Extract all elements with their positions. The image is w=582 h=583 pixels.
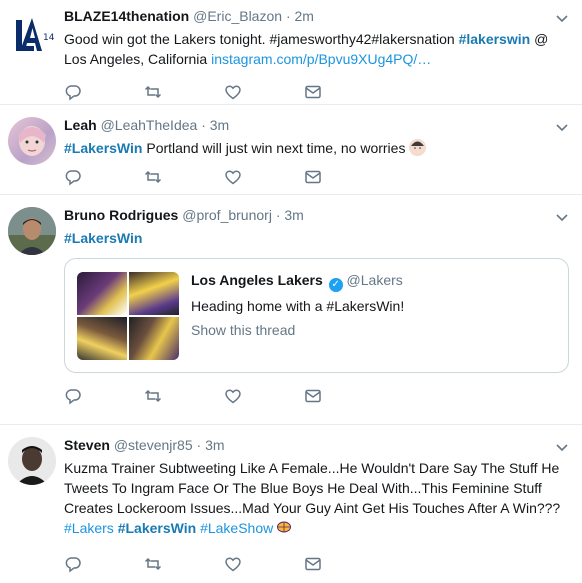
timestamp[interactable]: 2m <box>295 8 314 24</box>
tweet[interactable]: Bruno Rodrigues @prof_brunorj · 3m #Lake… <box>0 195 582 425</box>
retweet-button[interactable] <box>144 556 224 576</box>
avatar[interactable] <box>8 437 56 485</box>
retweet-icon <box>144 83 162 106</box>
avatar[interactable] <box>8 207 56 255</box>
tweet-text: #LakersWin Portland will just win next t… <box>64 138 570 158</box>
separator-dot: · <box>285 8 291 24</box>
retweet-button[interactable] <box>144 388 224 408</box>
like-button[interactable] <box>224 388 304 408</box>
reply-icon <box>64 168 82 191</box>
tweet-text: #LakersWin <box>64 228 570 248</box>
svg-text:14: 14 <box>43 33 55 43</box>
avatar[interactable]: 14 <box>8 10 56 58</box>
timestamp[interactable]: 3m <box>205 437 224 453</box>
dm-button[interactable] <box>304 556 384 576</box>
media-thumbnail <box>129 317 179 360</box>
separator-dot: · <box>275 207 281 223</box>
tweet-actions <box>64 549 570 583</box>
hashtag-link[interactable]: #LakersWin <box>64 230 142 246</box>
tweet-header: Steven @stevenjr85 · 3m <box>64 431 570 455</box>
user-handle[interactable]: @Eric_Blazon <box>193 8 282 24</box>
like-button[interactable] <box>224 84 304 104</box>
woman-emoji-icon <box>409 139 427 156</box>
hashtag-link[interactable]: #LakeShow <box>200 520 273 536</box>
retweet-icon <box>144 168 162 191</box>
reply-icon <box>64 83 82 106</box>
media-thumbnail <box>77 272 127 315</box>
timestamp[interactable]: 3m <box>284 207 303 223</box>
media-thumbnail <box>77 317 127 360</box>
dm-button[interactable] <box>304 84 384 104</box>
media-thumbnail <box>129 272 179 315</box>
tweet-header: Leah @LeahTheIdea · 3m <box>64 111 570 135</box>
chevron-down-icon[interactable] <box>554 10 570 26</box>
heart-icon <box>224 555 242 578</box>
quoted-tweet[interactable]: Los Angeles Lakers ✓ @Lakers Heading hom… <box>64 258 569 373</box>
envelope-icon <box>304 83 322 106</box>
reply-icon <box>64 555 82 578</box>
hashtag-link[interactable]: #LakersWin <box>64 140 142 156</box>
tweet-actions <box>64 381 570 415</box>
quoted-display-name[interactable]: Los Angeles Lakers <box>191 272 323 288</box>
chevron-down-icon[interactable] <box>554 119 570 135</box>
tweet-header: Bruno Rodrigues @prof_brunorj · 3m <box>64 201 570 225</box>
heart-icon <box>224 168 242 191</box>
separator-dot: · <box>196 437 202 453</box>
like-button[interactable] <box>224 169 304 189</box>
dm-button[interactable] <box>304 388 384 408</box>
retweet-icon <box>144 555 162 578</box>
display-name[interactable]: Leah <box>64 117 97 133</box>
quoted-user-handle[interactable]: @Lakers <box>347 272 403 288</box>
heart-icon <box>224 83 242 106</box>
tweet-header: BLAZE14thenation @Eric_Blazon · 2m <box>64 6 570 26</box>
tweet-text: Good win got the Lakers tonight. #jamesw… <box>64 29 570 69</box>
tweet-text-part: Kuzma Trainer Subtweeting Like A Female.… <box>64 460 561 516</box>
tweet[interactable]: Leah @LeahTheIdea · 3m #LakersWin Portla… <box>0 105 582 195</box>
user-handle[interactable]: @prof_brunorj <box>182 207 272 223</box>
reply-button[interactable] <box>64 556 144 576</box>
heart-icon <box>224 387 242 410</box>
dm-button[interactable] <box>304 169 384 189</box>
reply-button[interactable] <box>64 169 144 189</box>
display-name[interactable]: Bruno Rodrigues <box>64 207 178 223</box>
like-button[interactable] <box>224 556 304 576</box>
tweet-text-part: Good win got the Lakers tonight. #jamesw… <box>64 31 459 47</box>
retweet-button[interactable] <box>144 169 224 189</box>
envelope-icon <box>304 555 322 578</box>
display-name[interactable]: Steven <box>64 437 110 453</box>
envelope-icon <box>304 168 322 191</box>
verified-badge-icon: ✓ <box>328 278 343 292</box>
hashtag-link[interactable]: #lakerswin <box>459 31 531 47</box>
reply-icon <box>64 387 82 410</box>
reply-button[interactable] <box>64 84 144 104</box>
user-handle[interactable]: @stevenjr85 <box>114 437 193 453</box>
display-name[interactable]: BLAZE14thenation <box>64 8 189 24</box>
chevron-down-icon[interactable] <box>554 209 570 225</box>
user-handle[interactable]: @LeahTheIdea <box>101 117 198 133</box>
tweet-actions <box>64 162 570 196</box>
envelope-icon <box>304 387 322 410</box>
tweet-text-part: Portland will just win next time, no wor… <box>142 140 406 156</box>
tweet[interactable]: Steven @stevenjr85 · 3m Kuzma Trainer Su… <box>0 425 582 575</box>
basketball-hashflag-icon <box>277 519 292 539</box>
tweet-text: Kuzma Trainer Subtweeting Like A Female.… <box>64 458 570 539</box>
instagram-link[interactable]: instagram.com/p/Bpvu9XUg4PQ/… <box>211 51 431 67</box>
quoted-tweet-body: Los Angeles Lakers ✓ @Lakers Heading hom… <box>191 270 404 340</box>
show-thread-link[interactable]: Show this thread <box>191 320 404 340</box>
tweet-feed: 14 BLAZE14thenation @Eric_Blazon · 2m Go… <box>0 0 582 575</box>
hashtag-link[interactable]: #LakersWin <box>118 520 196 536</box>
retweet-button[interactable] <box>144 84 224 104</box>
separator-dot: · <box>201 117 206 133</box>
retweet-icon <box>144 387 162 410</box>
quoted-tweet-media[interactable] <box>77 272 179 360</box>
tweet[interactable]: 14 BLAZE14thenation @Eric_Blazon · 2m Go… <box>0 0 582 105</box>
chevron-down-icon[interactable] <box>554 439 570 455</box>
hashtag-link[interactable]: #Lakers <box>64 520 114 536</box>
quoted-tweet-text: Heading home with a #LakersWin! <box>191 298 405 314</box>
timestamp[interactable]: 3m <box>210 117 229 133</box>
avatar[interactable] <box>8 117 56 165</box>
reply-button[interactable] <box>64 388 144 408</box>
